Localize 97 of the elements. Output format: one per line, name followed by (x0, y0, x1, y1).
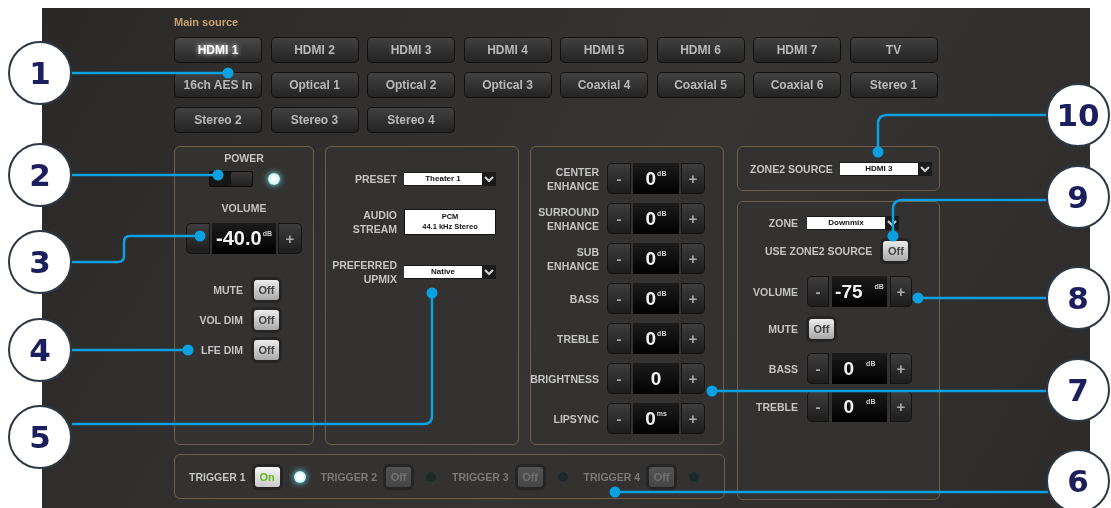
section-title: Main source (174, 15, 239, 29)
callout-badge: 2 (8, 143, 72, 207)
field-label: VOL DIM (199, 313, 243, 327)
field-label: MUTE (213, 283, 243, 297)
source-button[interactable]: Coaxial 5 (656, 72, 745, 98)
plus-button[interactable]: + (681, 283, 705, 314)
source-button[interactable]: Coaxial 4 (560, 72, 648, 98)
field-label: BASS (569, 291, 599, 306)
plus-button[interactable]: + (681, 323, 705, 354)
value-display: 0 $^{dB}$ (832, 353, 887, 384)
field-label: BRIGHTNESS (530, 371, 599, 386)
value-display: 0$^{dB}$ (633, 163, 679, 194)
callout-badge: 8 (1046, 266, 1110, 330)
source-button[interactable]: TV (849, 37, 938, 63)
minus-button[interactable]: - (807, 353, 829, 384)
plus-button[interactable]: + (890, 391, 912, 422)
callout-badge: 9 (1046, 165, 1110, 229)
source-button[interactable]: HDMI 5 (560, 37, 648, 63)
source-button[interactable]: Stereo 2 (174, 107, 262, 133)
field-label: PRESET (354, 172, 397, 186)
field-label: LFE DIM (201, 343, 243, 357)
plus-button[interactable]: + (681, 363, 705, 394)
field-label: PREFERRED UPMIX (331, 258, 397, 286)
value-display: 0$^{dB}$ (633, 243, 679, 274)
field-label: LIPSYNC (553, 411, 599, 426)
field-label: USE ZONE2 SOURCE (765, 244, 873, 258)
plus-button[interactable]: + (890, 276, 912, 307)
field-label: BASS (767, 361, 798, 376)
source-button[interactable]: HDMI 1 (174, 37, 262, 63)
plus-button[interactable]: + (681, 163, 705, 194)
field-label: TREBLE (755, 399, 798, 414)
value-display: -75 $^{dB}$ (832, 276, 887, 307)
callout-badge: 5 (8, 405, 72, 469)
callout-badge: 7 (1046, 358, 1110, 422)
toggle-button[interactable]: Off (809, 319, 834, 339)
field-label: CENTER ENHANCE (546, 164, 599, 193)
callout-badge: 10 (1046, 83, 1110, 147)
field-label: ZONE (767, 216, 798, 230)
value-display: 0$^{ms}$ (633, 403, 679, 434)
source-button[interactable]: HDMI 2 (270, 37, 359, 63)
minus-button[interactable]: - (607, 403, 631, 434)
value-display: 0 (633, 363, 679, 394)
source-button[interactable]: HDMI 7 (753, 37, 841, 63)
plus-button[interactable]: + (681, 243, 705, 274)
minus-button[interactable]: - (807, 276, 829, 307)
field-label: TRIGGER 2 (320, 469, 378, 484)
minus-button[interactable]: - (807, 391, 829, 422)
dropdown[interactable]: Theater 1 (404, 172, 496, 186)
source-button[interactable]: Stereo 4 (367, 107, 455, 133)
field-label: AUDIO STREAM (351, 208, 397, 236)
toggle-button[interactable]: Off (254, 340, 279, 360)
source-button[interactable]: Optical 1 (270, 72, 359, 98)
minus-button[interactable]: - (607, 363, 631, 394)
source-button[interactable]: Stereo 1 (849, 72, 938, 98)
plus-button[interactable]: + (890, 353, 912, 384)
field-label: POWER (224, 151, 264, 165)
source-button[interactable]: Coaxial 6 (753, 72, 841, 98)
value-display: 0$^{dB}$ (633, 283, 679, 314)
field-label: TRIGGER 4 (583, 469, 641, 484)
field-label: MUTE (767, 322, 798, 336)
callout-badge: 1 (8, 41, 72, 105)
source-button[interactable]: HDMI 6 (656, 37, 745, 63)
callout-badge: 3 (8, 230, 72, 294)
field-label: ZONE2 SOURCE (750, 161, 833, 176)
field-label: SUB ENHANCE (546, 244, 599, 273)
toggle-button[interactable]: Off (883, 241, 909, 261)
field-label: TREBLE (557, 331, 599, 346)
toggle-button[interactable]: Off (254, 310, 279, 330)
source-button[interactable]: Optical 3 (463, 72, 552, 98)
minus-button[interactable]: - (607, 323, 631, 354)
callout-badge: 6 (1046, 449, 1110, 508)
plus-button[interactable]: + (681, 403, 705, 434)
minus-button[interactable]: - (607, 203, 631, 234)
minus-button[interactable]: - (607, 283, 631, 314)
dropdown[interactable]: Downmix (807, 216, 899, 230)
source-button[interactable]: 16ch AES In (174, 72, 262, 98)
minus-button[interactable]: - (607, 243, 631, 274)
field-label: TRIGGER 3 (452, 469, 509, 484)
plus-button[interactable]: + (278, 223, 302, 254)
field-label: VOLUME (221, 201, 267, 215)
value-display: 0 $^{dB}$ (832, 391, 887, 422)
field-label: VOLUME (752, 284, 798, 299)
source-button[interactable]: HDMI 4 (463, 37, 552, 63)
dropdown[interactable]: HDMI 3 (839, 161, 932, 176)
toggle-button[interactable]: Off (254, 280, 279, 300)
value-display: -40.0$^{dB}$ (212, 223, 276, 254)
value-display: 0$^{dB}$ (633, 323, 679, 354)
field-label: SURROUND ENHANCE (537, 204, 599, 233)
dropdown[interactable]: Native (404, 265, 496, 279)
source-button[interactable]: HDMI 3 (367, 37, 455, 63)
value-display: 0$^{dB}$ (633, 203, 679, 234)
plus-button[interactable]: + (681, 203, 705, 234)
field-label: TRIGGER 1 (189, 469, 246, 484)
source-button[interactable]: Stereo 3 (270, 107, 359, 133)
minus-button[interactable]: - (607, 163, 631, 194)
source-button[interactable]: Optical 2 (367, 72, 455, 98)
callout-badge: 4 (8, 318, 72, 382)
